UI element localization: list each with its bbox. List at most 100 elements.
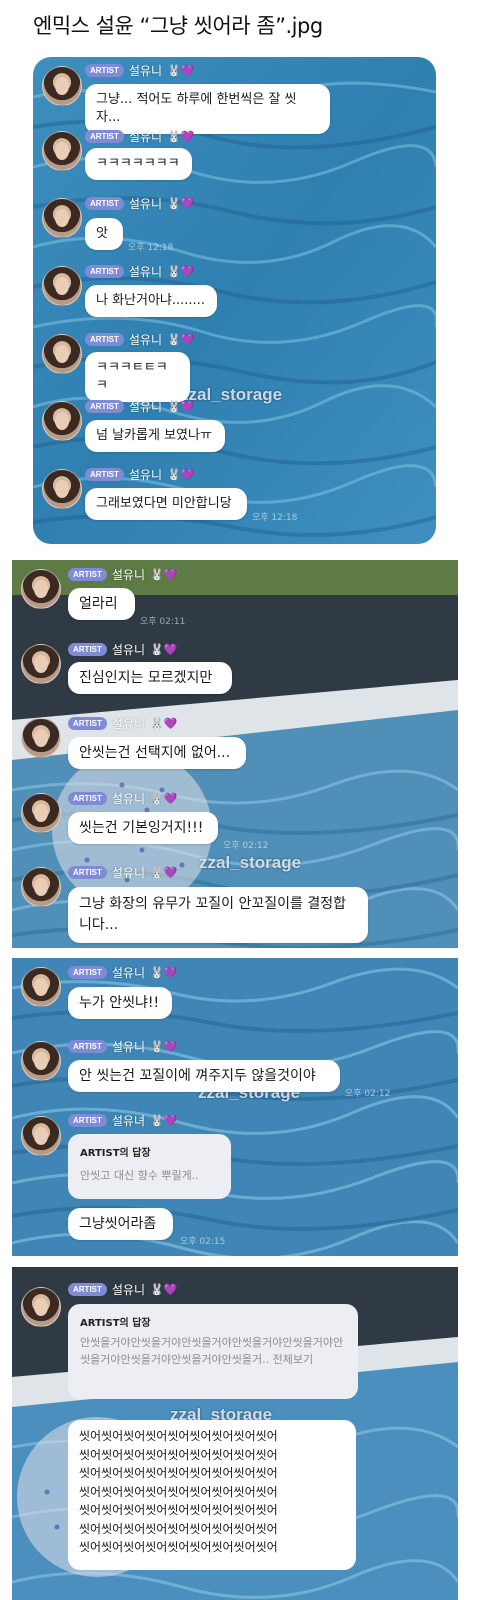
reply-header: ARTIST의 답장 — [80, 1318, 151, 1329]
sender-name: 설유니 — [128, 130, 163, 144]
message-bubble[interactable]: ㅋㅋㅋㅋㅋㅋㅋ — [85, 148, 192, 180]
artist-badge: ARTIST — [68, 866, 107, 879]
reply-quote: 안씻고 대신 향수 뿌릴게.. — [80, 1169, 199, 1182]
message-line: 씻어씻어씻어씻어씻어씻어씻어씻어씻어 — [79, 1466, 278, 1480]
avatar[interactable] — [21, 1287, 61, 1327]
sender-meta: ARTIST 설유니 🐰💜 — [85, 263, 194, 280]
artist-badge: ARTIST — [68, 1114, 107, 1127]
sender-meta: ARTIST 설유니 🐰💜 — [68, 1038, 177, 1055]
artist-badge: ARTIST — [68, 1283, 107, 1296]
sender-name: 설유니 — [128, 400, 163, 414]
message-bubble[interactable]: 씻는건 기본잉거지!!! — [68, 812, 218, 844]
sender-meta: ARTIST 설유니 🐰💜 — [68, 715, 177, 732]
sender-name: 설유니 — [128, 468, 163, 482]
message-bubble[interactable]: 안씻는건 선택지에 없어... — [68, 737, 246, 769]
message-bubble[interactable]: 앗 — [85, 218, 123, 250]
avatar[interactable] — [42, 131, 82, 171]
message-bubble[interactable]: 그냥씻어라좀 — [68, 1208, 173, 1240]
avatar[interactable] — [42, 469, 82, 509]
message-line: 씻어씻어씻어씻어씻어씻어씻어씻어씻어 — [79, 1484, 278, 1499]
message-time: 오후 02:11 — [140, 617, 186, 627]
artist-badge: ARTIST — [85, 333, 124, 346]
heart-icon: 🐰💜 — [167, 468, 195, 481]
avatar[interactable] — [21, 718, 61, 758]
avatar[interactable] — [21, 644, 61, 684]
sender-meta: ARTIST 설유니 🐰💜 — [85, 62, 194, 79]
avatar[interactable] — [21, 569, 61, 609]
sender-name: 설유니 — [128, 265, 163, 279]
heart-icon: 🐰💜 — [167, 197, 195, 210]
avatar[interactable] — [42, 334, 82, 374]
message-bubble[interactable]: 그래보였다면 미안합니당 — [85, 488, 247, 520]
sender-name: 설유니 — [128, 64, 163, 78]
heart-icon: 🐰💜 — [150, 792, 178, 805]
message-line: 씻어씻어씻어씻어씻어씻어씻어씻어씻어 — [79, 1429, 278, 1443]
heart-icon: 🐰💜 — [167, 64, 195, 77]
sender-meta: ARTIST 설유니 🐰💜 — [85, 195, 194, 212]
avatar[interactable] — [21, 967, 61, 1007]
artist-badge: ARTIST — [68, 1040, 107, 1053]
message-bubble[interactable]: 진심인지는 모르겠지만 — [68, 662, 232, 694]
sender-name: 설유니 — [111, 643, 146, 657]
sender-meta: ARTIST 설유니 🐰💜 — [68, 1281, 177, 1298]
heart-icon: 🐰💜 — [167, 400, 195, 413]
artist-badge: ARTIST — [85, 265, 124, 278]
heart-icon: 🐰💜 — [150, 717, 178, 730]
heart-icon: 🐰💜 — [150, 866, 178, 879]
sender-meta: ARTIST 설유니 🐰💜 — [85, 398, 194, 415]
sender-name: 설유니 — [128, 333, 163, 347]
sender-name: 설유니 — [111, 717, 146, 731]
heart-icon: 🐰💜 — [150, 1040, 178, 1053]
sender-name: 설유니 — [111, 1040, 146, 1054]
heart-icon: 🐰💜 — [167, 333, 195, 346]
message-bubble[interactable]: ㅋㅋㅋㅌㅌㅋㅋ — [85, 352, 190, 402]
avatar[interactable] — [21, 793, 61, 833]
avatar[interactable] — [42, 198, 82, 238]
heart-icon: 🐰💜 — [150, 643, 178, 656]
sender-name: 설유니 — [111, 792, 146, 806]
artist-badge: ARTIST — [85, 64, 124, 77]
avatar[interactable] — [21, 867, 61, 907]
artist-badge: ARTIST — [68, 643, 107, 656]
heart-icon: 🐰💜 — [150, 568, 178, 581]
message-line: 씻어씻어씻어씻어씻어씻어씻어씻어씻어 — [79, 1503, 278, 1517]
message-bubble[interactable]: 누가 안씻냐!! — [68, 987, 172, 1019]
avatar[interactable] — [21, 1041, 61, 1081]
message-bubble[interactable]: 넘 날카롭게 보였나ㅠ — [85, 420, 225, 452]
sender-name: 설유니 — [111, 866, 146, 880]
reply-quote: 안씻을거야안씻을거야안씻을거야안씻을거야안씻을거야안씻을거야안씻을거야안씻을거야… — [80, 1336, 344, 1366]
sender-name: 설유니 — [111, 568, 146, 582]
heart-icon: 🐰💜 — [150, 1114, 178, 1127]
reply-card[interactable]: ARTIST의 답장 안씻을거야안씻을거야안씻을거야안씻을거야안씻을거야안씻을거… — [68, 1304, 358, 1399]
message-time: 오후 02:15 — [180, 1237, 226, 1247]
message-bubble[interactable]: 안 씻는건 꼬질이에 껴주지두 않을것이야 — [68, 1060, 340, 1092]
sender-meta: ARTIST 설유니 🐰💜 — [68, 790, 177, 807]
message-line: 씻어씻어씻어씻어씻어씻어씻어씻어씻어 — [79, 1447, 278, 1462]
artist-badge: ARTIST — [68, 717, 107, 730]
message-bubble[interactable]: 얼라리 — [68, 588, 135, 620]
avatar[interactable] — [42, 66, 82, 106]
sender-name: 설유니 — [111, 1283, 146, 1297]
message-bubble[interactable]: 그냥... 적어도 하루에 한번씩은 잘 씻자... — [85, 84, 330, 134]
heart-icon: 🐰💜 — [167, 265, 195, 278]
sender-name: 설유니 — [111, 966, 146, 980]
message-bubble[interactable]: 씻어씻어씻어씻어씻어씻어씻어씻어씻어 씻어씻어씻어씻어씻어씻어씻어씻어씻어 씻어… — [68, 1420, 356, 1570]
sender-meta: ARTIST 설유니 🐰💜 — [68, 864, 177, 881]
sender-meta: ARTIST 설유니 🐰💜 — [85, 331, 194, 348]
avatar[interactable] — [42, 266, 82, 306]
sender-meta: ARTIST 설유니 🐰💜 — [68, 641, 177, 658]
sender-meta: ARTIST 설유니 🐰💜 — [85, 466, 194, 483]
message-time: 오후 12:18 — [252, 513, 298, 523]
message-time: 오후 02:12 — [223, 841, 269, 851]
sender-meta: ARTIST 설유니 🐰💜 — [68, 566, 177, 583]
heart-icon: 🐰💜 — [150, 1283, 178, 1296]
artist-badge: ARTIST — [68, 966, 107, 979]
reply-card[interactable]: ARTIST의 답장 안씻고 대신 향수 뿌릴게.. — [68, 1134, 231, 1199]
artist-badge: ARTIST — [68, 792, 107, 805]
avatar[interactable] — [42, 401, 82, 441]
message-bubble[interactable]: 그냥 화장의 유무가 꼬질이 안꼬질이를 결정합니다... — [68, 887, 368, 943]
message-bubble[interactable]: 나 화난거아냐........ — [85, 285, 217, 317]
message-line: 씻어씻어씻어씻어씻어씻어씻어씻어씻어 — [79, 1521, 278, 1536]
artist-badge: ARTIST — [85, 197, 124, 210]
avatar[interactable] — [21, 1116, 61, 1156]
